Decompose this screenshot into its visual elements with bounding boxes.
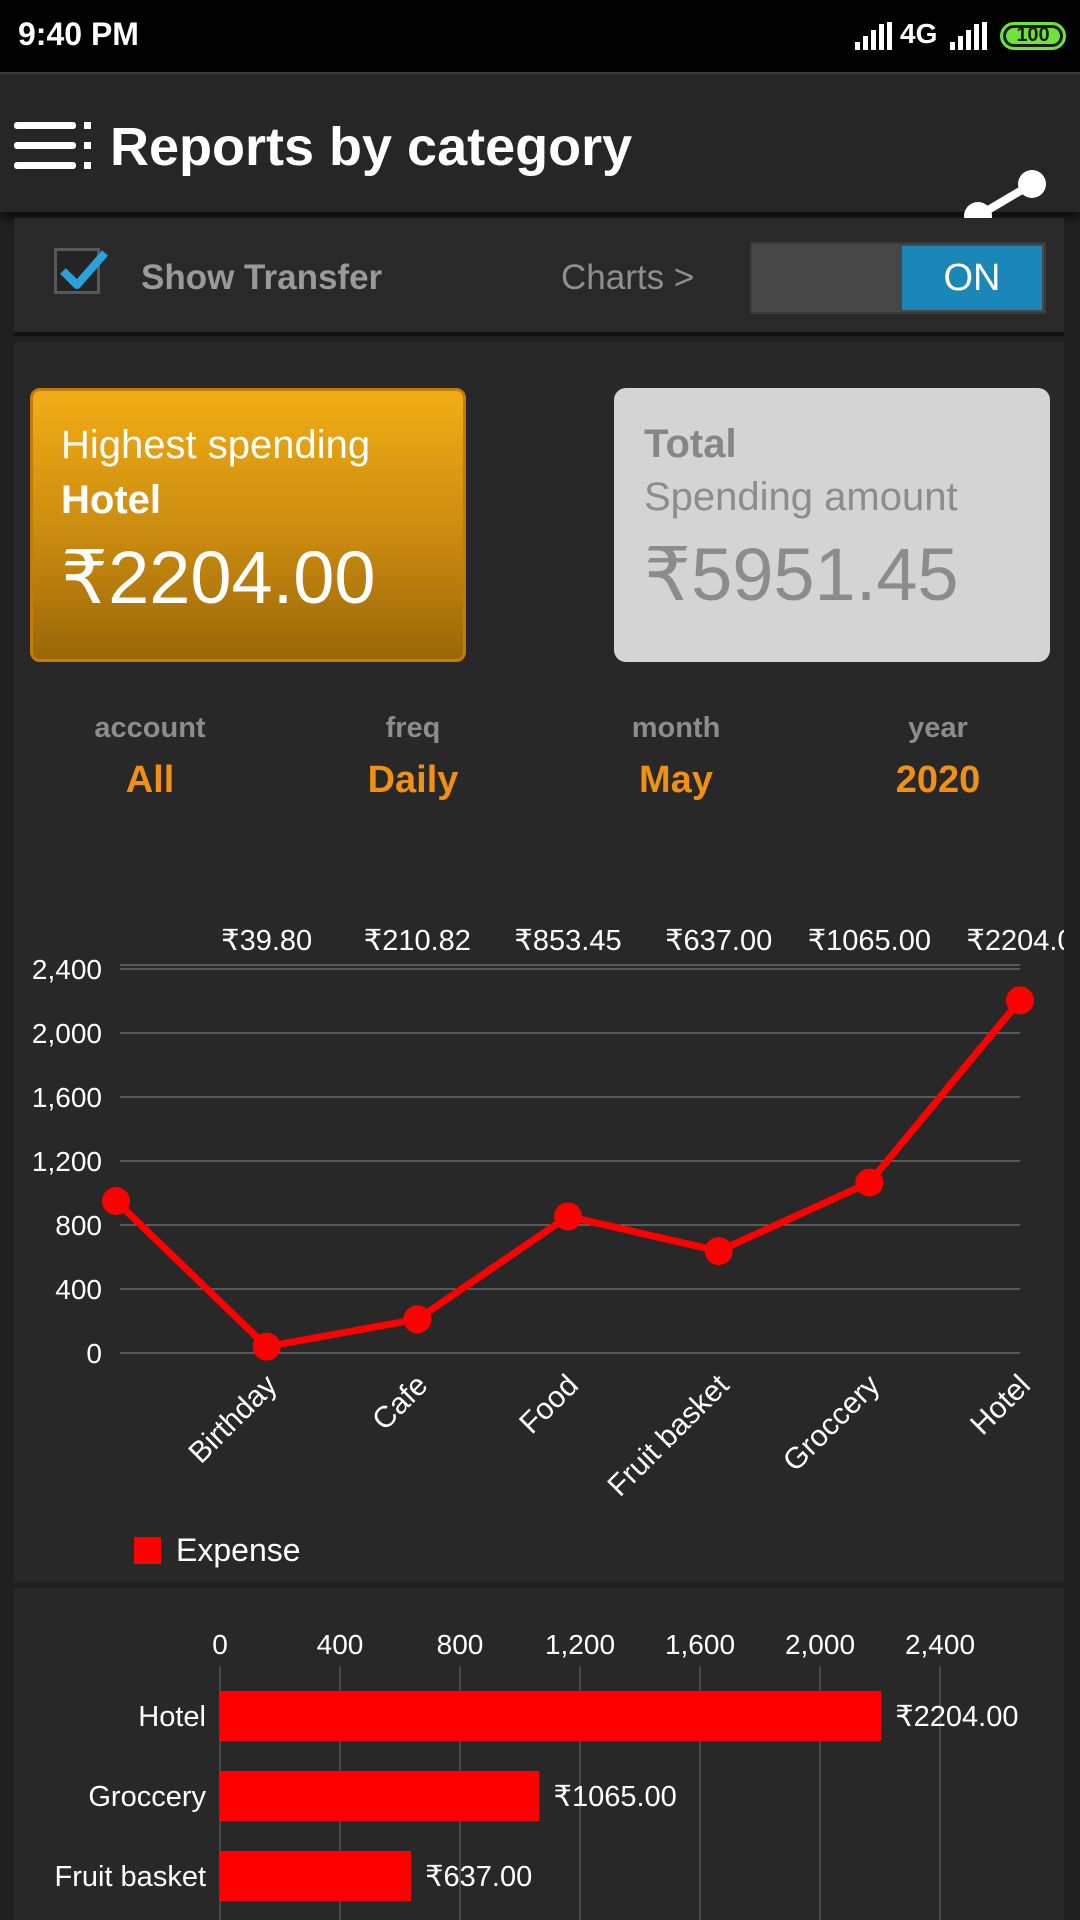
options-panel: Show Transfer Charts > ON xyxy=(14,218,1064,336)
y-tick-label: 1,200 xyxy=(32,1146,102,1177)
data-label: ₹637.00 xyxy=(665,925,772,957)
report-panel: Highest spending Hotel ₹2204.00 Total Sp… xyxy=(14,342,1064,1582)
data-label: ₹853.45 xyxy=(514,925,621,957)
battery-level: 100 xyxy=(1016,24,1050,46)
x-tick-label: Hotel xyxy=(964,1369,1037,1442)
x-tick-label: Groccery xyxy=(777,1369,886,1478)
bar-value-label: ₹1065.00 xyxy=(554,1781,677,1813)
expense-data-point xyxy=(102,1187,130,1215)
x-tick-label: 2,400 xyxy=(905,1629,975,1660)
y-tick-label: 1,600 xyxy=(32,1082,102,1113)
bar xyxy=(220,1851,412,1901)
bar xyxy=(220,1691,882,1741)
charts-link[interactable]: Charts > xyxy=(561,258,694,298)
bar-chart-panel: 0 400 800 1,200 1,600 2,000 2,400 Hotel ₹2204.00… xyxy=(14,1588,1064,1920)
x-tick-label: Cafe xyxy=(366,1369,434,1437)
expense-data-point xyxy=(403,1305,432,1334)
expense-data-point xyxy=(855,1168,884,1197)
category-label: Groccery xyxy=(88,1781,206,1813)
network-type: 4G xyxy=(900,18,938,49)
x-tick-label: 1,600 xyxy=(665,1629,735,1660)
data-label: ₹39.80 xyxy=(221,925,312,957)
show-transfer-checkbox[interactable] xyxy=(54,248,109,294)
data-label: ₹1065.00 xyxy=(808,925,931,957)
bar-value-label: ₹637.00 xyxy=(425,1861,532,1893)
y-tick-label: 0 xyxy=(86,1338,102,1369)
y-tick-label: 2,400 xyxy=(32,954,102,985)
y-tick-label: 400 xyxy=(55,1274,102,1305)
x-tick-label: 0 xyxy=(212,1629,228,1660)
expense-series-line xyxy=(113,998,1023,1351)
x-tick-label: 400 xyxy=(317,1629,364,1660)
x-tick-label: 1,200 xyxy=(545,1629,615,1660)
show-transfer-label[interactable]: Show Transfer xyxy=(141,258,382,298)
charts-toggle[interactable]: ON xyxy=(750,242,1046,314)
x-tick-label: 800 xyxy=(437,1629,484,1660)
data-label: ₹2204.0 xyxy=(966,925,1064,957)
status-bar: 9:40 PM 4G 100 xyxy=(0,0,1080,72)
legend-swatch xyxy=(134,1537,161,1564)
expense-data-point xyxy=(1006,986,1034,1015)
signal-icon-2 xyxy=(950,22,987,50)
expense-bar-chart: 0 400 800 1,200 1,600 2,000 2,400 Hotel ₹2204.00… xyxy=(55,1629,1018,1920)
category-label: Hotel xyxy=(138,1701,206,1733)
checkmark-icon xyxy=(60,250,109,289)
y-tick-label: 800 xyxy=(55,1210,102,1241)
expense-line-chart: 0 400 800 1,200 1,600 2,000 2,400 ₹39.80 ₹210.82… xyxy=(32,925,1064,1568)
toggle-on-label: ON xyxy=(902,246,1042,310)
data-label: ₹210.82 xyxy=(364,925,471,957)
page-title: Reports by category xyxy=(110,117,633,177)
expense-data-point xyxy=(704,1237,733,1266)
x-tick-label: Food xyxy=(513,1369,585,1441)
bar xyxy=(220,1771,540,1821)
bar-value-label: ₹2204.00 xyxy=(895,1701,1018,1733)
x-tick-label: Fruit basket xyxy=(601,1368,736,1503)
x-tick-label: 2,000 xyxy=(785,1629,855,1660)
signal-icon xyxy=(855,22,892,50)
y-tick-label: 2,000 xyxy=(32,1018,102,1049)
expense-data-point xyxy=(554,1202,582,1231)
expense-data-point xyxy=(252,1332,281,1361)
menu-icon[interactable] xyxy=(14,122,96,172)
legend-label: Expense xyxy=(176,1532,301,1568)
battery-icon: 100 xyxy=(1000,22,1066,50)
x-tick-label: Birthday xyxy=(182,1369,283,1470)
app-bar: Reports by category xyxy=(0,72,1080,262)
category-label: Fruit basket xyxy=(55,1861,207,1893)
status-time: 9:40 PM xyxy=(18,16,139,52)
